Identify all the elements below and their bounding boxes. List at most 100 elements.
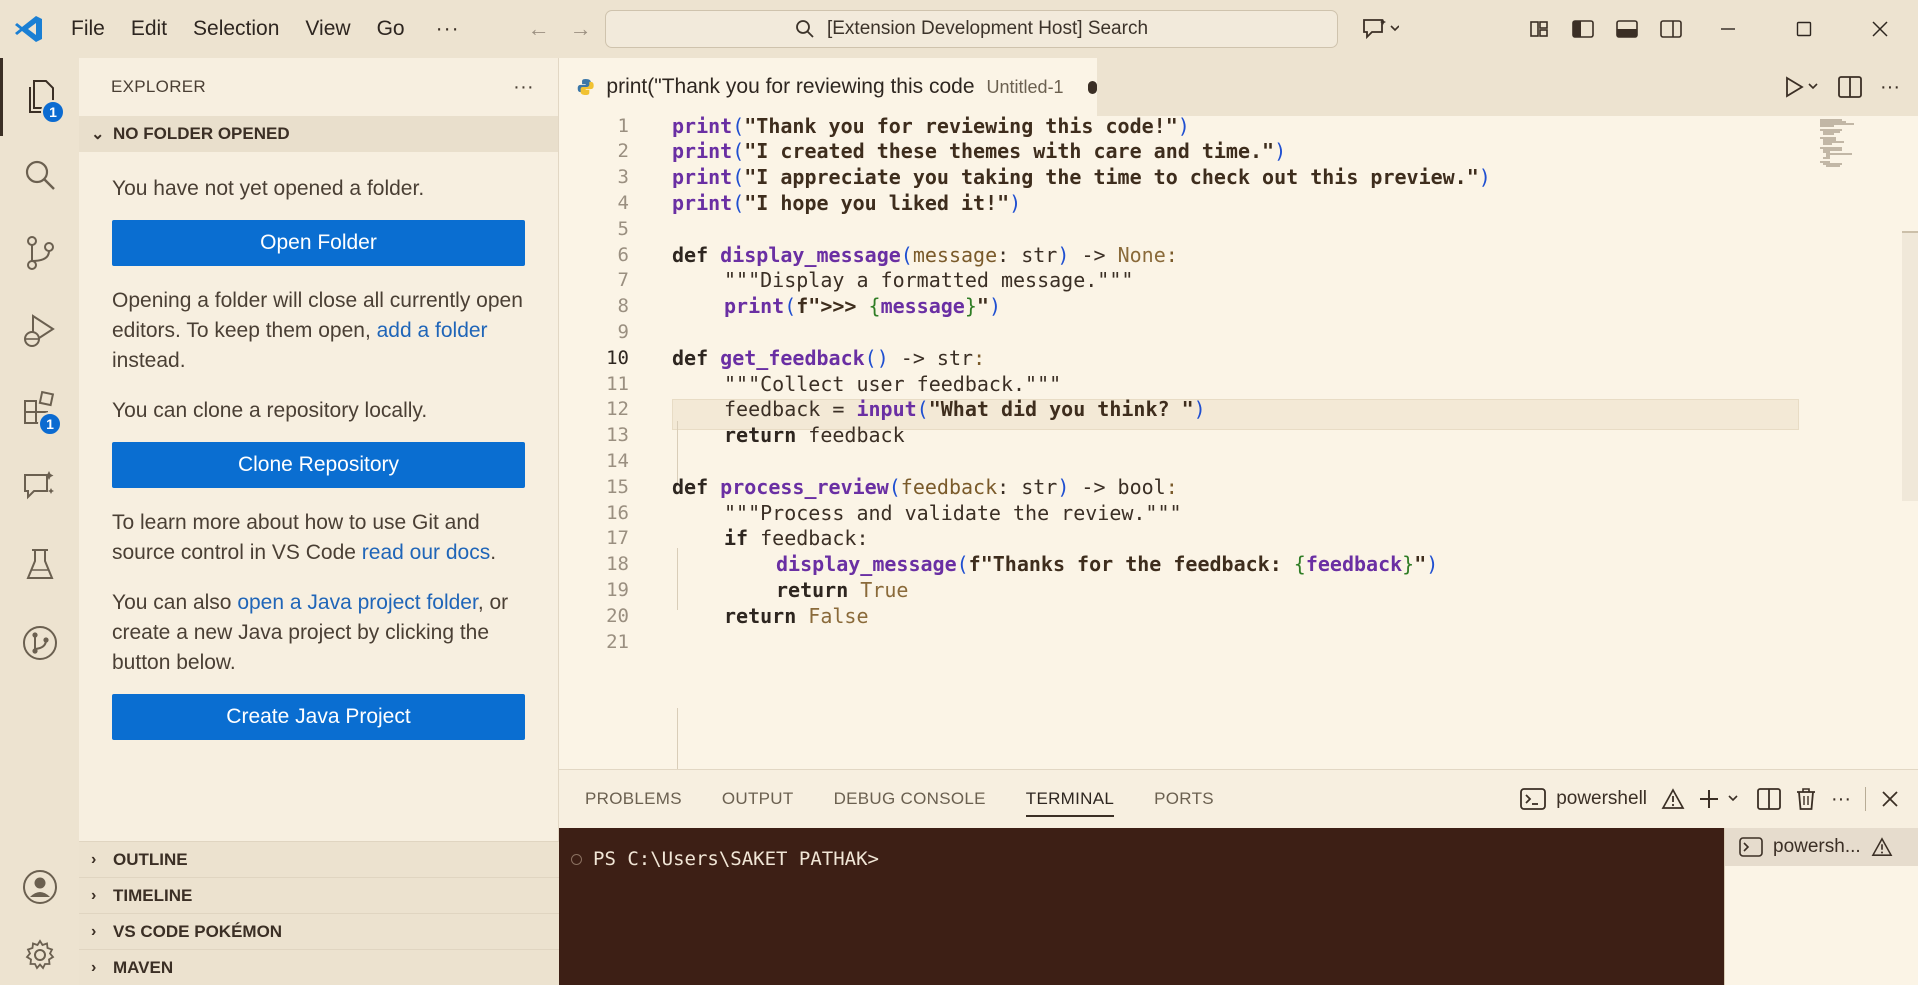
line-number: 12: [606, 398, 629, 421]
trash-icon[interactable]: [1795, 787, 1817, 811]
git-graph-activity[interactable]: [0, 604, 79, 682]
welcome-view: You have not yet opened a folder. Open F…: [79, 152, 558, 740]
clone-repository-button[interactable]: Clone Repository: [112, 442, 525, 488]
line-number: 19: [606, 578, 629, 601]
add-folder-link[interactable]: add a folder: [377, 319, 488, 342]
terminal-prompt: PS C:\Users\SAKET PATHAK>: [593, 848, 879, 870]
code-text: return False: [724, 603, 869, 628]
menu-edit[interactable]: Edit: [118, 0, 180, 58]
scrollbar-thumb[interactable]: [1902, 231, 1918, 501]
manage-activity[interactable]: [0, 916, 79, 985]
editor-more-icon[interactable]: ···: [1880, 76, 1900, 99]
menu-file[interactable]: File: [58, 0, 118, 58]
line-number: 3: [617, 166, 629, 189]
code-text: feedback = input("What did you think? "): [724, 397, 1206, 422]
tab-output[interactable]: OUTPUT: [702, 770, 814, 828]
tab-title: print("Thank you for reviewing this code: [606, 75, 975, 98]
bottom-panel: PROBLEMS OUTPUT DEBUG CONSOLE TERMINAL P…: [559, 769, 1918, 985]
menu-view[interactable]: View: [292, 0, 363, 58]
toggle-primary-sidebar-icon[interactable]: [1561, 0, 1605, 58]
split-editor-icon[interactable]: [1838, 76, 1862, 98]
terminal-list: powersh...: [1724, 828, 1918, 985]
vscode-pokemon-section[interactable]: › VS CODE POKÉMON: [79, 913, 559, 949]
terminal-list-label: powersh...: [1773, 836, 1861, 857]
unsaved-dot-icon[interactable]: [1087, 80, 1097, 94]
outline-section[interactable]: › OUTLINE: [79, 841, 559, 877]
terminal-view[interactable]: PS C:\Users\SAKET PATHAK>: [559, 828, 1724, 985]
tab-terminal[interactable]: TERMINAL: [1006, 770, 1134, 828]
tab-problems[interactable]: PROBLEMS: [565, 770, 702, 828]
timeline-section[interactable]: › TIMELINE: [79, 877, 559, 913]
menu-selection[interactable]: Selection: [180, 0, 292, 58]
more-actions-icon[interactable]: ···: [513, 76, 534, 99]
accounts-activity[interactable]: [0, 848, 79, 926]
line-number: 2: [617, 140, 629, 163]
code-text: return True: [776, 577, 909, 602]
tab-untitled-1[interactable]: print("Thank you for reviewing this code…: [559, 58, 1097, 116]
customize-layout-icon[interactable]: [1517, 0, 1561, 58]
chevron-down-icon: ⌄: [91, 126, 105, 143]
testing-activity[interactable]: [0, 526, 79, 604]
chat-activity[interactable]: [0, 448, 79, 526]
open-folder-button[interactable]: Open Folder: [112, 220, 525, 266]
line-number: 15: [606, 475, 629, 498]
extensions-badge: 1: [38, 412, 62, 436]
line-number: 4: [617, 191, 629, 214]
minimize-icon[interactable]: [1690, 0, 1766, 58]
git-graph-icon: [22, 626, 57, 660]
no-folder-text: You have not yet opened a folder.: [112, 177, 425, 200]
forward-arrow-icon[interactable]: →: [560, 16, 602, 42]
maven-section[interactable]: › MAVEN: [79, 949, 559, 985]
search-activity[interactable]: [0, 136, 79, 214]
gear-icon: [25, 939, 54, 970]
line-number: 17: [606, 527, 629, 550]
code-text: def display_message(message: str) -> Non…: [672, 242, 1178, 267]
tab-ports[interactable]: PORTS: [1134, 770, 1234, 828]
code-text: print(f">>> {message}"): [724, 294, 1001, 319]
chevron-right-icon: ›: [91, 850, 97, 868]
minimap[interactable]: [1820, 118, 1860, 178]
editor-scrollbar[interactable]: [1902, 116, 1918, 769]
git-docs-text: To learn more about how to use Git and s…: [112, 511, 497, 564]
source-control-activity[interactable]: [0, 214, 79, 292]
run-debug-activity[interactable]: [0, 292, 79, 370]
chat-sparkle-icon: [23, 471, 54, 500]
create-java-project-button[interactable]: Create Java Project: [112, 694, 525, 740]
close-window-icon[interactable]: [1842, 0, 1918, 58]
chevron-right-icon: ›: [91, 958, 97, 976]
open-java-folder-link[interactable]: open a Java project folder: [237, 591, 478, 614]
no-folder-section-header[interactable]: ⌄ NO FOLDER OPENED: [79, 116, 558, 152]
code-editor[interactable]: 1 print("Thank you for reviewing this cod…: [559, 116, 1918, 769]
extensions-activity[interactable]: 1: [0, 370, 79, 448]
toggle-panel-icon[interactable]: [1605, 0, 1649, 58]
run-python-file-icon[interactable]: [1784, 76, 1820, 98]
sidebar-title: EXPLORER: [111, 77, 206, 96]
copilot-menu[interactable]: [1352, 0, 1408, 58]
close-panel-icon[interactable]: [1880, 789, 1900, 809]
tab-debug-console[interactable]: DEBUG CONSOLE: [814, 770, 1006, 828]
toggle-secondary-sidebar-icon[interactable]: [1649, 0, 1693, 58]
terminal-list-item[interactable]: powersh...: [1725, 828, 1918, 866]
panel-more-icon[interactable]: ···: [1831, 788, 1851, 811]
terminal-shell-label[interactable]: powershell: [1556, 788, 1647, 810]
maximize-icon[interactable]: [1766, 0, 1842, 58]
menu-more-icon[interactable]: ···: [418, 17, 478, 41]
copilot-chat-icon[interactable]: [1352, 0, 1408, 58]
panel-actions: powershell ···: [1520, 770, 1918, 828]
warning-icon[interactable]: [1661, 788, 1685, 810]
explorer-sidebar: EXPLORER ··· ⌄ NO FOLDER OPENED You have…: [79, 58, 559, 985]
code-text: print("I appreciate you taking the time …: [672, 165, 1491, 190]
code-line[interactable]: 21: [559, 626, 1799, 657]
java-info-text: You can also open a Java project folder,…: [112, 591, 509, 674]
line-number: 16: [606, 501, 629, 524]
back-arrow-icon[interactable]: ←: [518, 16, 560, 42]
read-docs-link[interactable]: read our docs: [362, 541, 490, 564]
editor-actions: ···: [1784, 58, 1900, 116]
new-terminal-icon[interactable]: [1699, 788, 1743, 810]
command-center-search[interactable]: [Extension Development Host] Search: [605, 10, 1338, 48]
explorer-activity[interactable]: 1: [0, 58, 79, 136]
split-terminal-icon[interactable]: [1757, 788, 1781, 810]
menu-go[interactable]: Go: [364, 0, 418, 58]
panel-divider: [1865, 787, 1866, 811]
line-number: 5: [617, 217, 629, 240]
